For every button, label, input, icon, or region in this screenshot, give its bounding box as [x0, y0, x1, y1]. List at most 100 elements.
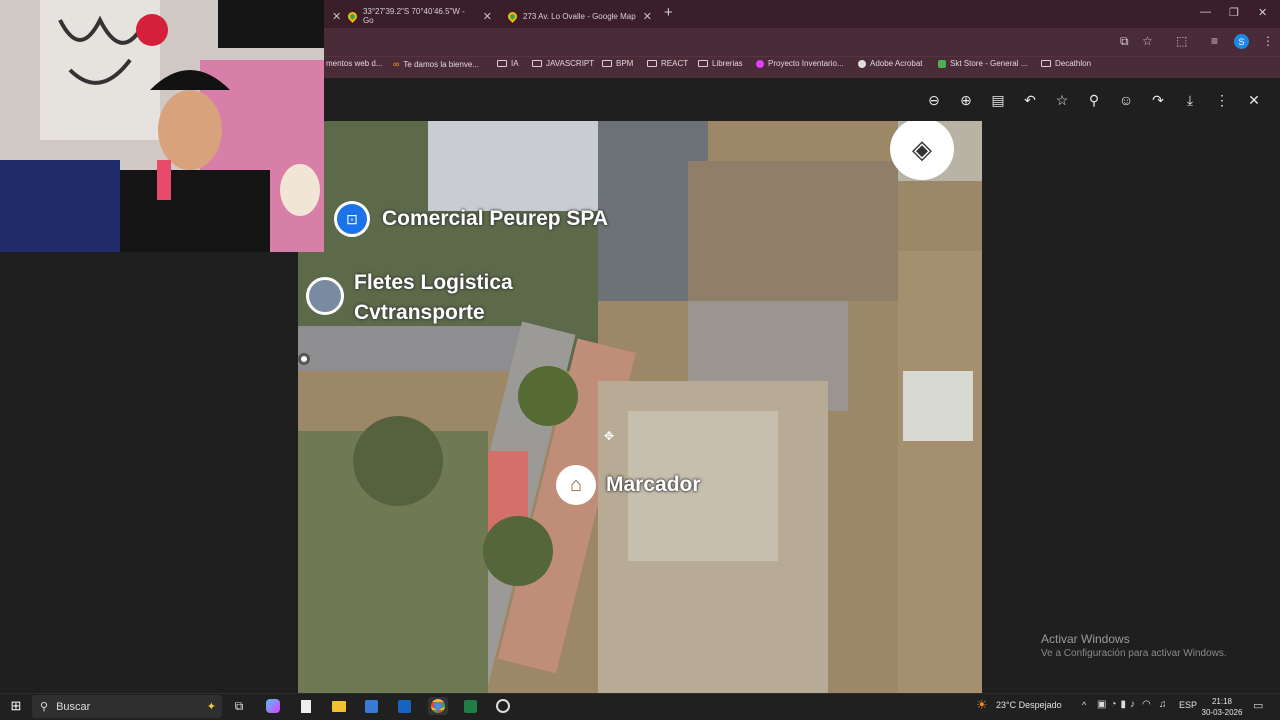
- webcam-image: [0, 0, 324, 252]
- link-icon: ∞: [393, 59, 400, 69]
- tab-title: 273 Av. Lo Ovalle - Google Map: [523, 11, 636, 21]
- emoji-icon[interactable]: ☺: [1116, 92, 1136, 108]
- folder-icon: [602, 60, 612, 67]
- new-tab-button[interactable]: +: [664, 4, 673, 21]
- folder-icon: [647, 60, 657, 67]
- restore-icon[interactable]: ❐: [1229, 6, 1239, 19]
- maps-pin-icon: [346, 9, 359, 23]
- close-icon[interactable]: ✕: [1244, 92, 1264, 109]
- file-explorer-icon[interactable]: [329, 697, 349, 715]
- marker-label[interactable]: Marcador: [606, 473, 701, 497]
- language-indicator[interactable]: ESP: [1179, 700, 1197, 710]
- tab-title: 33°27'39.2"S 70°40'46.5"W - Go: [362, 7, 465, 25]
- weather-icon: ☀: [976, 697, 988, 712]
- pin-icon[interactable]: ⚲: [1084, 92, 1104, 109]
- outlook-icon[interactable]: [394, 697, 414, 715]
- place-pin-icon[interactable]: [306, 277, 344, 315]
- excel-icon[interactable]: [460, 697, 480, 715]
- place-label-fletes-line1[interactable]: Fletes Logistica: [354, 271, 513, 295]
- copilot-icon[interactable]: [263, 697, 283, 715]
- shopping-pin-icon[interactable]: ⊡: [334, 201, 370, 237]
- chevron-up-icon[interactable]: ^: [1082, 700, 1086, 710]
- taskbar-search[interactable]: ⚲ Buscar ✦: [32, 695, 222, 718]
- zoom-in-icon[interactable]: ⊕: [956, 92, 976, 109]
- store-icon: [938, 59, 946, 68]
- obs-icon[interactable]: [493, 697, 513, 715]
- satellite-map[interactable]: ◈ ⊡ Comercial Peurep SPA Fletes Logistic…: [298, 121, 982, 693]
- bookmark-item[interactable]: REACT: [647, 59, 688, 68]
- bookmark-label: Librerias: [712, 59, 743, 68]
- tab-lo-ovalle[interactable]: 273 Av. Lo Ovalle - Google Map ✕: [500, 4, 660, 28]
- folder-icon: [1041, 60, 1051, 67]
- info-icon[interactable]: ▤: [988, 92, 1008, 109]
- bookmark-icon: [756, 59, 764, 68]
- tab-coordinates[interactable]: 33°27'39.2"S 70°40'46.5"W - Go ✕: [340, 4, 500, 28]
- place-label-fletes-line2[interactable]: Cvtransporte: [354, 301, 485, 325]
- avatar[interactable]: S: [1234, 34, 1249, 49]
- map-dot-icon: [298, 353, 310, 365]
- bookmark-label: Decathlon: [1055, 59, 1092, 68]
- acrobat-icon: [858, 59, 866, 68]
- start-icon[interactable]: ⊞: [6, 697, 26, 715]
- bookmark-item[interactable]: BPM: [602, 59, 633, 68]
- maps-pin-icon: [506, 9, 519, 23]
- store-icon[interactable]: [361, 697, 381, 715]
- star-icon[interactable]: ☆: [1052, 92, 1072, 109]
- install-app-icon[interactable]: ⧉: [1120, 34, 1129, 49]
- folder-icon: [532, 60, 542, 67]
- clock-time: 21:18: [1211, 697, 1233, 706]
- clock-date: 30-03-2026: [1201, 708, 1243, 717]
- close-icon[interactable]: ✕: [483, 10, 492, 23]
- bookmark-label: REACT: [661, 59, 689, 68]
- download-icon[interactable]: ⤓: [1180, 92, 1200, 109]
- bookmark-label: IA: [511, 59, 519, 68]
- bookmark-item[interactable]: Skt Store - General ...: [938, 59, 1027, 68]
- house-marker-icon[interactable]: ⌂: [556, 465, 596, 505]
- media-icon[interactable]: ≡: [1211, 34, 1218, 48]
- search-icon: ⚲: [40, 701, 49, 713]
- close-icon[interactable]: ✕: [643, 10, 652, 23]
- folder-icon: [497, 60, 507, 67]
- notification-icon[interactable]: ▭: [1253, 699, 1263, 712]
- bookmark-label: Te damos la bienve...: [403, 59, 480, 69]
- undo-icon[interactable]: ↶: [1020, 92, 1040, 109]
- bookmark-item[interactable]: mentos web d...: [326, 59, 382, 68]
- file-icon[interactable]: [296, 697, 316, 715]
- bookmark-item[interactable]: Decathlon: [1041, 59, 1091, 68]
- weather-text[interactable]: 23°C Despejado: [996, 700, 1062, 710]
- place-label-comercial[interactable]: Comercial Peurep SPA: [382, 207, 608, 231]
- bookmark-item[interactable]: JAVASCRIPT: [532, 59, 594, 68]
- bookmark-label: Proyecto Inventario...: [768, 59, 844, 68]
- star-icon[interactable]: ☆: [1142, 34, 1153, 48]
- wifi-icon[interactable]: ◠: [1142, 699, 1151, 710]
- bookmark-item[interactable]: IA: [497, 59, 519, 68]
- bookmark-item[interactable]: ∞ Te damos la bienve...: [393, 59, 479, 69]
- layers-icon[interactable]: ◈: [890, 121, 954, 180]
- bookmark-item[interactable]: Librerias: [698, 59, 743, 68]
- copilot-sparkle-icon: ✦: [206, 701, 216, 713]
- minimize-icon[interactable]: —: [1200, 6, 1211, 18]
- bookmark-label: BPM: [616, 59, 634, 68]
- clock[interactable]: 21:18 30-03-2026: [1200, 696, 1244, 718]
- share-icon[interactable]: ↷: [1148, 92, 1168, 109]
- bookmark-label: Skt Store - General ...: [950, 59, 1028, 68]
- bookmark-label: JAVASCRIPT: [546, 59, 595, 68]
- zoom-out-icon[interactable]: ⊖: [924, 92, 944, 109]
- bookmark-item[interactable]: Proyecto Inventario...: [756, 59, 844, 68]
- menu-icon[interactable]: ⋮: [1262, 34, 1274, 48]
- move-cursor-icon: ✥: [604, 429, 615, 443]
- extensions-icon[interactable]: ⬚: [1176, 34, 1187, 48]
- bookmark-item[interactable]: Adobe Acrobat: [858, 59, 922, 68]
- bookmark-label: Adobe Acrobat: [870, 59, 923, 68]
- search-placeholder: Buscar: [56, 700, 91, 713]
- webcam-overlay: [0, 0, 324, 252]
- activation-subtitle: Ve a Configuración para activar Windows.: [1041, 648, 1227, 659]
- tray-icons[interactable]: ▣◔▮♪: [1097, 699, 1139, 710]
- task-view-icon[interactable]: ⧉: [229, 697, 249, 715]
- close-window-icon[interactable]: ✕: [1258, 6, 1267, 19]
- chrome-icon[interactable]: [428, 697, 448, 715]
- activation-title: Activar Windows: [1041, 632, 1130, 646]
- volume-icon[interactable]: ♫: [1159, 699, 1167, 710]
- folder-icon: [698, 60, 708, 67]
- more-icon[interactable]: ⋮: [1212, 92, 1232, 109]
